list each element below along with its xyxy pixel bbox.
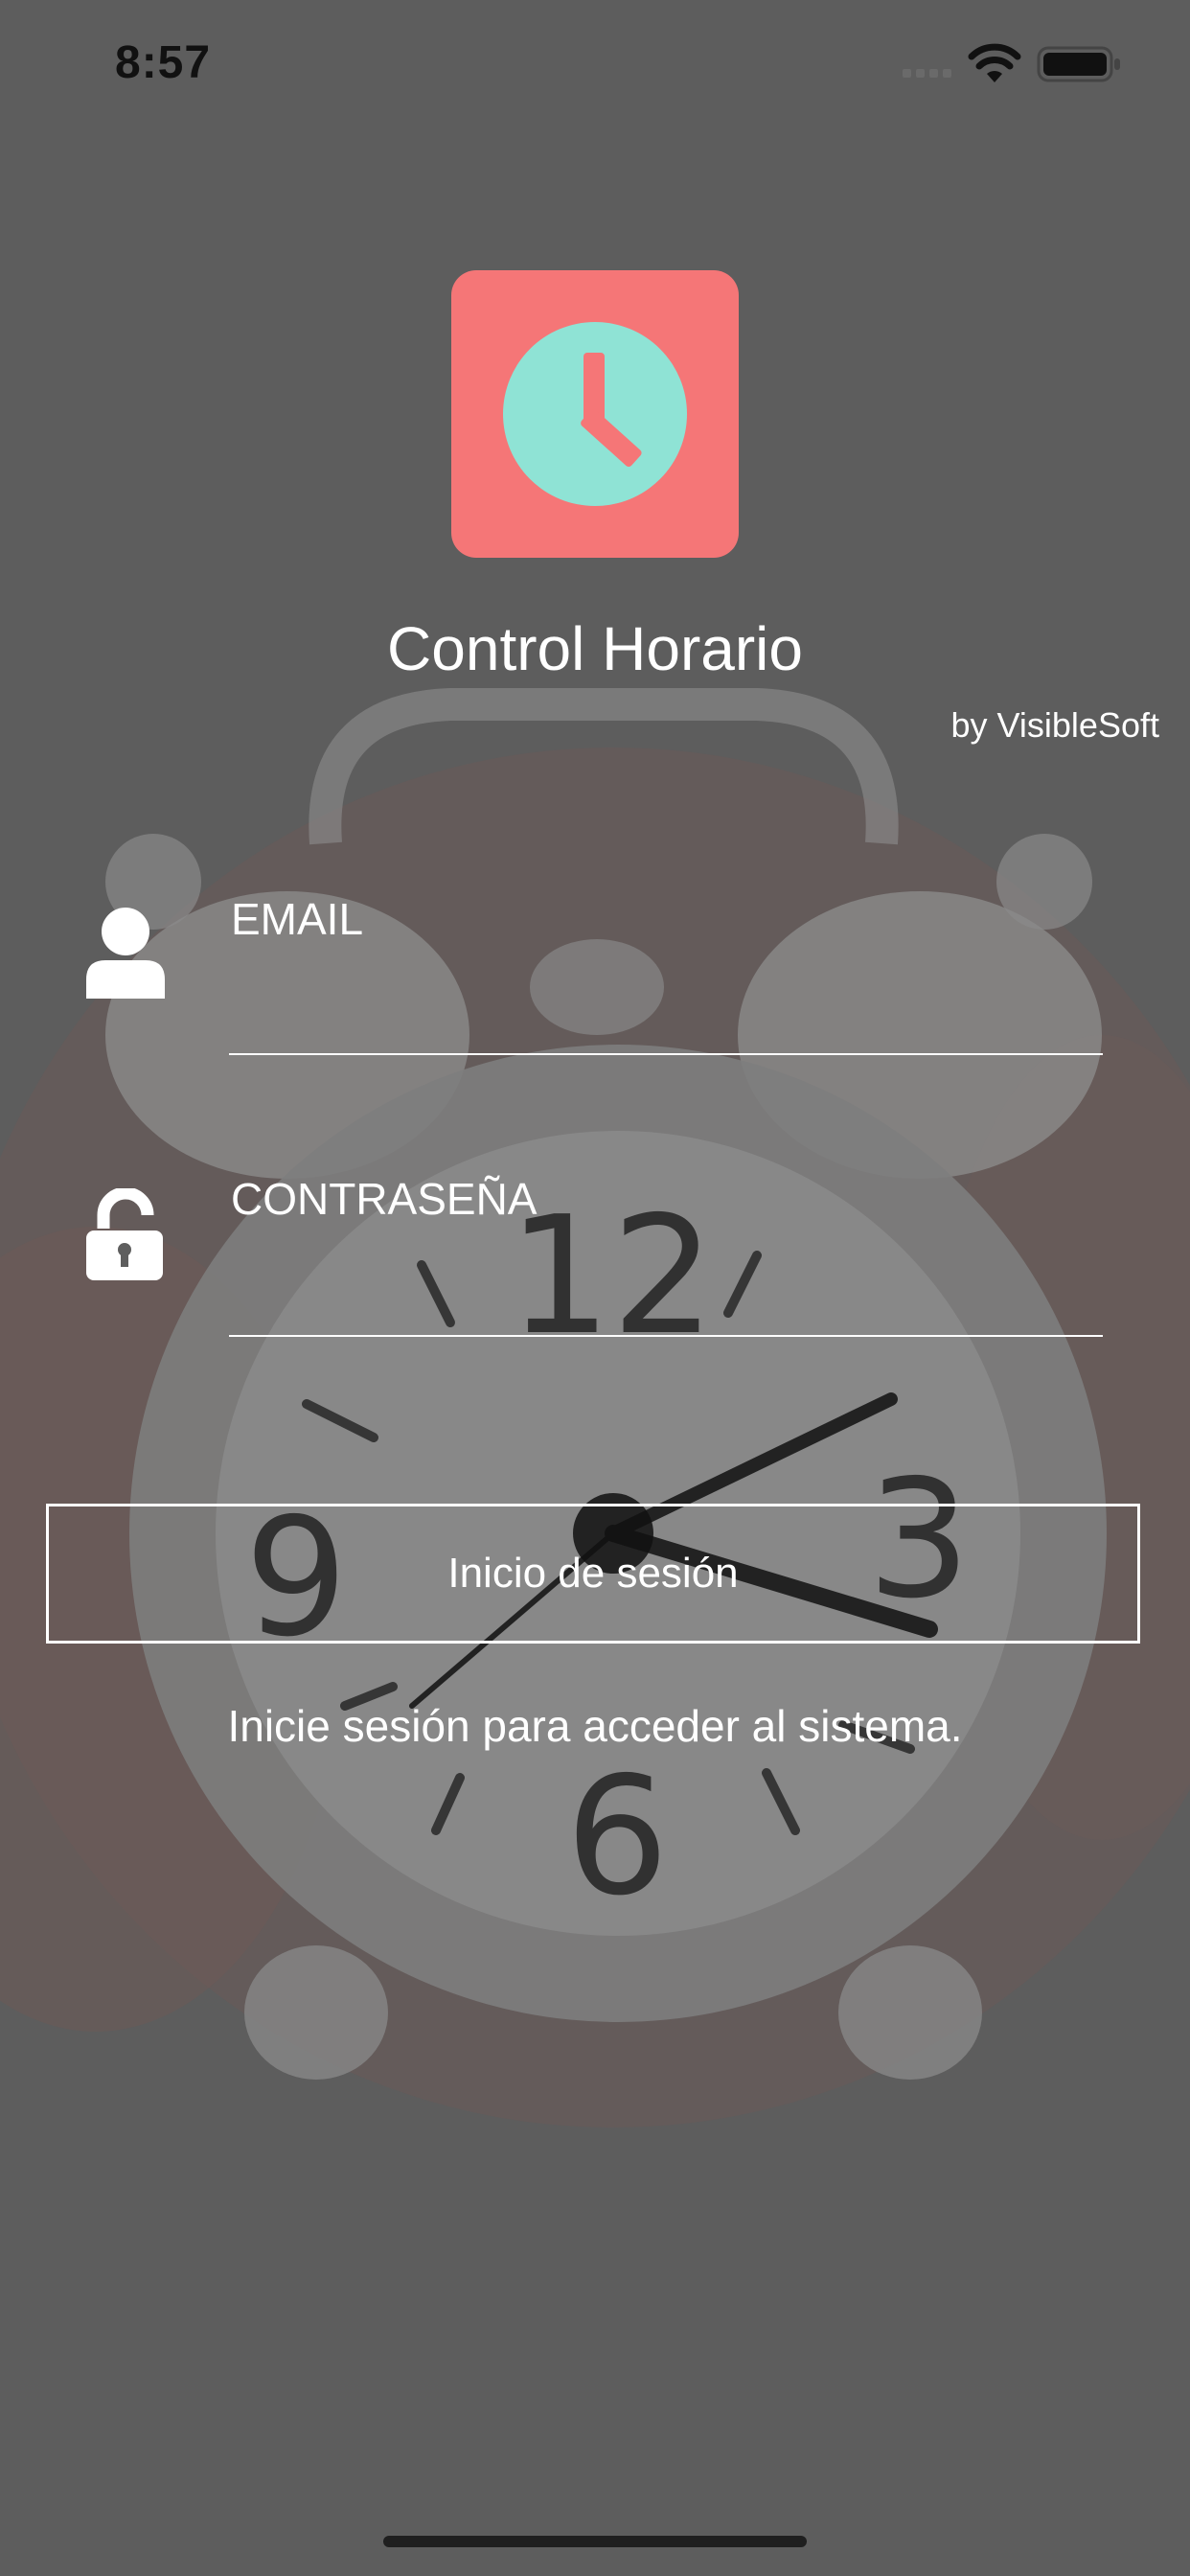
email-label: EMAIL [231,894,364,944]
app-byline: by VisibleSoft [950,705,1159,745]
status-time: 8:57 [115,37,212,88]
unlock-icon [86,1188,163,1280]
login-button[interactable]: Inicio de sesión [46,1504,1140,1644]
login-hint: Inicie sesión para acceder al sistema. [227,1701,963,1751]
user-icon [86,908,165,999]
home-indicator[interactable] [383,2536,807,2547]
password-label: CONTRASEÑA [231,1174,538,1224]
email-underline [229,1053,1103,1055]
login-button-label: Inicio de sesión [447,1550,739,1597]
password-input[interactable] [229,1257,1103,1324]
app-title: Control Horario [387,614,803,683]
password-underline [229,1335,1103,1337]
status-bar: 8:57 [0,0,1190,134]
svg-text:6: 6 [565,1742,669,1932]
clock-icon [503,322,687,506]
app-logo [451,270,739,558]
wifi-icon [968,43,1021,82]
cellular-signal-icon [903,69,951,78]
email-input[interactable] [229,978,1103,1045]
battery-icon [1037,46,1120,82]
status-icons [903,40,1133,88]
